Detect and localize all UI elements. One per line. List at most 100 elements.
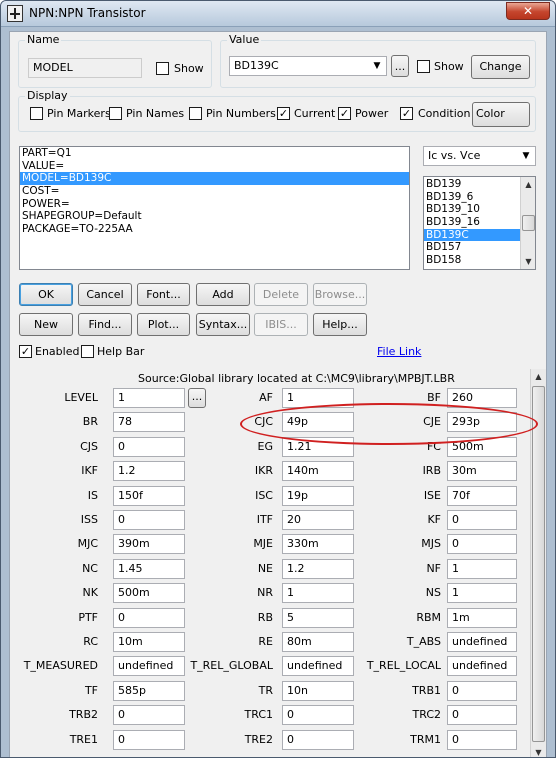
- value-browse-button[interactable]: ...: [391, 55, 409, 77]
- attribute-list[interactable]: PART=Q1 VALUE= MODEL=BD139C COST= POWER=…: [19, 146, 410, 270]
- pin-markers-checkbox[interactable]: [30, 107, 43, 120]
- curve-select[interactable]: Ic vs. Vce ▼: [423, 146, 536, 166]
- list-item[interactable]: VALUE=: [20, 160, 409, 173]
- list-item[interactable]: COST=: [20, 185, 409, 198]
- param-field-t_rel_local[interactable]: undefined: [447, 656, 517, 676]
- param-label-rb: RB: [257, 611, 273, 624]
- pin-numbers-label: Pin Numbers: [206, 107, 276, 120]
- param-label-kf: KF: [427, 513, 441, 526]
- model-list[interactable]: BD139 BD139_6 BD139_10 BD139_16 BD139C B…: [423, 176, 536, 270]
- list-item[interactable]: BD139: [424, 178, 520, 191]
- file-link[interactable]: File Link: [377, 345, 421, 358]
- param-label-ne: NE: [257, 562, 273, 575]
- display-group-title: Display: [25, 89, 70, 102]
- name-show-checkbox[interactable]: [156, 62, 169, 75]
- pin-numbers-checkbox[interactable]: [189, 107, 202, 120]
- list-item[interactable]: POWER=: [20, 198, 409, 211]
- dropdown-arrow-icon: ▼: [373, 61, 381, 71]
- enabled-checkbox[interactable]: ✓: [19, 345, 32, 358]
- param-label-t_rel_global: T_REL_GLOBAL: [190, 659, 273, 672]
- name-field[interactable]: MODEL: [28, 58, 142, 78]
- param-label-irb: IRB: [422, 464, 441, 477]
- list-item[interactable]: BD139_16: [424, 216, 520, 229]
- param-label-ise: ISE: [423, 489, 441, 502]
- list-item-selected[interactable]: MODEL=BD139C: [20, 172, 409, 186]
- close-button[interactable]: ✕: [506, 2, 550, 20]
- delete-button[interactable]: Delete: [254, 283, 308, 306]
- enabled-label: Enabled: [35, 345, 80, 358]
- pin-names-checkbox[interactable]: [109, 107, 122, 120]
- param-field-ise[interactable]: 70f: [447, 486, 517, 506]
- current-checkbox[interactable]: ✓: [277, 107, 290, 120]
- param-label-tr: TR: [258, 684, 273, 697]
- param-label-mje: MJE: [253, 537, 273, 550]
- list-item[interactable]: BD139_6: [424, 191, 520, 204]
- scroll-down-icon[interactable]: ▼: [531, 745, 546, 757]
- value-group-title: Value: [227, 33, 262, 46]
- param-label-ikr: IKR: [254, 464, 273, 477]
- ibis-button[interactable]: IBIS...: [254, 313, 308, 336]
- param-field-t_abs[interactable]: undefined: [447, 632, 517, 652]
- list-item[interactable]: PACKAGE=TO-225AA: [20, 223, 409, 236]
- browse-button[interactable]: Browse...: [313, 283, 367, 306]
- param-field-nf[interactable]: 1: [447, 559, 517, 579]
- list-item[interactable]: SHAPEGROUP=Default: [20, 210, 409, 223]
- help-bar-label: Help Bar: [97, 345, 145, 358]
- curve-select-text: Ic vs. Vce: [428, 149, 481, 162]
- param-field-trb1[interactable]: 0: [447, 681, 517, 701]
- param-field-irb[interactable]: 30m: [447, 461, 517, 481]
- level-browse-button[interactable]: ...: [188, 388, 206, 408]
- add-button[interactable]: Add: [196, 283, 250, 306]
- plot-button[interactable]: Plot...: [137, 313, 190, 336]
- value-combobox[interactable]: BD139C ▼: [229, 56, 387, 76]
- param-field-trm1[interactable]: 0: [447, 730, 517, 750]
- param-label-trm1: TRM1: [410, 733, 441, 746]
- list-item[interactable]: BD157: [424, 241, 520, 254]
- list-item[interactable]: PART=Q1: [20, 147, 409, 160]
- new-button[interactable]: New: [19, 313, 73, 336]
- change-button[interactable]: Change: [471, 55, 530, 79]
- list-item[interactable]: BD139_10: [424, 203, 520, 216]
- checkmark-icon: ✓: [20, 345, 31, 358]
- ok-button[interactable]: OK: [19, 283, 73, 306]
- param-label-tf: TF: [84, 684, 98, 697]
- condition-label: Condition: [418, 107, 471, 120]
- condition-checkbox[interactable]: ✓: [400, 107, 413, 120]
- title-bar[interactable]: NPN:NPN Transistor ✕: [1, 1, 555, 27]
- scroll-thumb[interactable]: [532, 386, 545, 742]
- help-bar-checkbox[interactable]: [81, 345, 94, 358]
- color-button[interactable]: Color: [472, 102, 530, 127]
- param-label-ptf: PTF: [78, 611, 98, 624]
- list-item[interactable]: BD158: [424, 254, 520, 267]
- power-checkbox[interactable]: ✓: [338, 107, 351, 120]
- find-button[interactable]: Find...: [78, 313, 132, 336]
- current-label: Current: [294, 107, 336, 120]
- value-show-checkbox[interactable]: [417, 60, 430, 73]
- param-field-kf[interactable]: 0: [447, 510, 517, 530]
- syntax-button[interactable]: Syntax...: [196, 313, 250, 336]
- param-field-trc2[interactable]: 0: [447, 705, 517, 725]
- name-group-title: Name: [25, 33, 62, 46]
- dialog-window: NPN:NPN Transistor ✕ Name MODEL Show Val…: [0, 0, 556, 758]
- help-button[interactable]: Help...: [313, 313, 367, 336]
- param-field-rbm[interactable]: 1m: [447, 608, 517, 628]
- param-field-mjs[interactable]: 0: [447, 534, 517, 554]
- scroll-down-icon[interactable]: ▼: [521, 254, 535, 269]
- list-item-selected[interactable]: BD139C: [424, 228, 520, 242]
- param-field-ns[interactable]: 1: [447, 583, 517, 603]
- dialog-body: Name MODEL Show Value BD139C ▼ ... Show …: [9, 31, 547, 757]
- model-list-scrollbar[interactable]: ▲ ▼: [520, 177, 535, 269]
- font-button[interactable]: Font...: [137, 283, 190, 306]
- scroll-up-icon[interactable]: ▲: [531, 369, 546, 384]
- transistor-app-icon: [7, 5, 23, 22]
- scroll-thumb[interactable]: [522, 215, 535, 231]
- param-label-nf: NF: [426, 562, 441, 575]
- param-label-is: IS: [87, 489, 98, 502]
- param-label-re: RE: [258, 635, 273, 648]
- checkmark-icon: ✓: [401, 107, 412, 120]
- scroll-up-icon[interactable]: ▲: [521, 177, 535, 192]
- param-label-rbm: RBM: [416, 611, 441, 624]
- cancel-button[interactable]: Cancel: [78, 283, 132, 306]
- param-label-t_abs: T_ABS: [406, 635, 441, 648]
- param-label-rc: RC: [83, 635, 98, 648]
